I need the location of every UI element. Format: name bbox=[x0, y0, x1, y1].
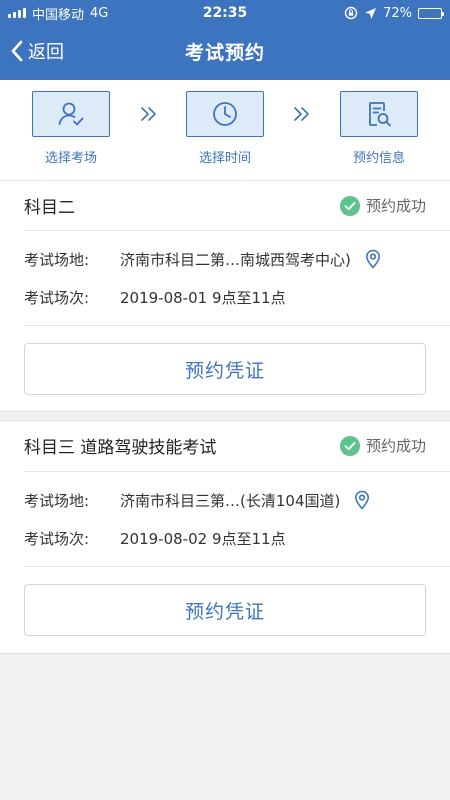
nav-bar: 返回 考试预约 bbox=[0, 26, 450, 76]
status-text: 预约成功 bbox=[365, 437, 426, 455]
document-search-icon bbox=[369, 102, 391, 127]
step-label: 预约信息 bbox=[352, 151, 405, 166]
venue-row: 考试场地: 济南市科目三第…(长清104国道) bbox=[24, 488, 426, 512]
back-button[interactable]: 返回 bbox=[10, 26, 64, 76]
divider bbox=[24, 230, 450, 231]
signal-icon bbox=[8, 8, 26, 18]
venue-row: 考试场地: 济南市科目二第…南城西驾考中心) bbox=[24, 247, 426, 271]
session-row: 考试场次: 2019-08-01 9点至11点 bbox=[24, 285, 426, 309]
battery-icon bbox=[418, 7, 444, 19]
map-pin-icon[interactable] bbox=[365, 249, 381, 269]
session-label: 考试场次: bbox=[24, 529, 90, 548]
orientation-lock-icon bbox=[344, 6, 358, 20]
venue-label: 考试场地: bbox=[24, 250, 90, 269]
venue-value: 济南市科目三第…(长清104国道) bbox=[120, 491, 341, 510]
battery-percent: 72% bbox=[383, 5, 412, 21]
check-circle-icon bbox=[339, 195, 360, 216]
location-arrow-icon bbox=[365, 7, 377, 19]
step-label: 选择时间 bbox=[198, 151, 251, 166]
divider bbox=[24, 325, 450, 326]
status-text: 预约成功 bbox=[365, 197, 426, 215]
double-chevron-right-icon bbox=[294, 107, 309, 121]
session-label: 考试场次: bbox=[24, 288, 90, 307]
session-value: 2019-08-02 9点至11点 bbox=[120, 529, 286, 548]
clock-icon bbox=[213, 102, 237, 126]
network-type: 4G bbox=[90, 5, 109, 21]
check-circle-icon bbox=[339, 435, 360, 456]
status-badge: 预约成功 bbox=[339, 435, 426, 456]
double-chevron-right-icon bbox=[141, 107, 156, 121]
step-select-time: 选择时间 bbox=[185, 91, 265, 166]
page-title: 考试预约 bbox=[184, 41, 265, 64]
step-label: 选择考场 bbox=[44, 151, 97, 166]
back-label: 返回 bbox=[28, 42, 64, 63]
status-badge: 预约成功 bbox=[339, 195, 426, 216]
divider bbox=[24, 471, 450, 472]
booking-card: 科目三 道路驾驶技能考试 预约成功 考试场地: 济南市科目三第…(长清104国道… bbox=[0, 420, 450, 654]
venue-label: 考试场地: bbox=[24, 491, 90, 510]
session-row: 考试场次: 2019-08-02 9点至11点 bbox=[24, 526, 426, 550]
chevron-left-icon bbox=[11, 40, 23, 62]
map-pin-icon[interactable] bbox=[354, 490, 370, 510]
venue-value: 济南市科目二第…南城西驾考中心) bbox=[120, 250, 351, 269]
step-select-venue: 选择考场 bbox=[31, 91, 111, 166]
divider bbox=[24, 566, 450, 567]
carrier-name: 中国移动 bbox=[32, 7, 85, 23]
exam-subject: 科目三 道路驾驶技能考试 bbox=[24, 438, 217, 458]
app-header: 中国移动 4G 22:35 72% 返回 考试预约 bbox=[0, 0, 450, 80]
status-bar: 中国移动 4G 22:35 72% bbox=[0, 0, 450, 26]
user-check-icon bbox=[58, 102, 84, 126]
booking-steps: 选择考场 选择时间 预约信息 bbox=[0, 80, 450, 180]
booking-voucher-button[interactable]: 预约凭证 bbox=[24, 584, 426, 636]
booking-card: 科目二 预约成功 考试场地: 济南市科目二第…南城西驾考中心) 考试场次: 20… bbox=[0, 180, 450, 412]
session-value: 2019-08-01 9点至11点 bbox=[120, 288, 286, 307]
step-booking-info: 预约信息 bbox=[339, 91, 419, 166]
exam-subject: 科目二 bbox=[24, 198, 75, 218]
booking-voucher-button[interactable]: 预约凭证 bbox=[24, 343, 426, 395]
